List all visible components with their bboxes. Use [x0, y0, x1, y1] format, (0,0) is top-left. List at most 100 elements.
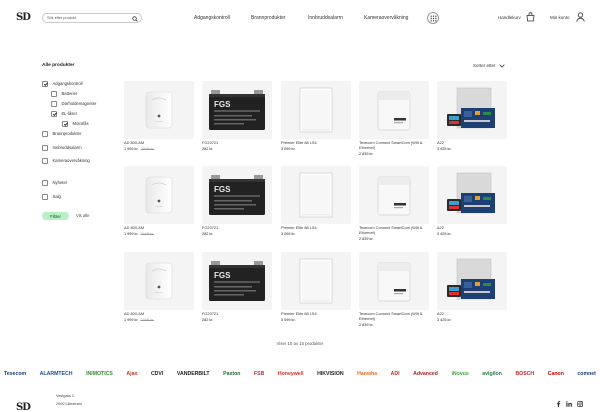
search-input[interactable] — [47, 16, 131, 20]
product-card[interactable]: A22 3 425 kr. — [437, 252, 507, 322]
menu-grid-button[interactable] — [427, 12, 439, 24]
product-image[interactable] — [359, 166, 429, 224]
product-image[interactable] — [359, 81, 429, 139]
checkbox[interactable] — [42, 158, 48, 164]
product-card[interactable]: FGS FG20721 282 kr. — [202, 166, 272, 236]
checkbox[interactable] — [42, 180, 48, 186]
brand-logo[interactable]: avigilon — [482, 371, 502, 377]
brand-logo[interactable]: Texecom — [4, 371, 26, 377]
product-image[interactable]: FGS — [202, 252, 272, 310]
product-card[interactable]: FGS FG20721 282 kr. — [202, 252, 272, 322]
brand-logo[interactable]: Paxton — [223, 371, 240, 377]
product-image[interactable]: FGS — [202, 81, 272, 139]
product-name[interactable]: A22 — [437, 225, 507, 231]
user-icon[interactable] — [576, 12, 585, 24]
product-card[interactable]: Texecom Connect SmartCom (Wifi & Etherne… — [359, 166, 429, 241]
filter-innbruddsalarm[interactable]: Innbruddsalarm — [42, 145, 82, 151]
product-image[interactable] — [281, 166, 351, 224]
brand-logo[interactable]: INIMOTICS — [86, 371, 113, 377]
filter-brannprodukter[interactable]: Brannprodukter — [42, 131, 81, 137]
product-card[interactable]: AD 800-AM 1 999 kr. 2049 kr. — [124, 81, 194, 151]
product-image[interactable] — [124, 81, 194, 139]
product-image[interactable] — [124, 166, 194, 224]
filter-kameraovervakning[interactable]: Kameraovervåkning — [42, 158, 90, 164]
checkbox[interactable] — [42, 194, 48, 200]
brand-logo[interactable]: ALARMTECH — [40, 371, 73, 377]
nav-adgangskontroll[interactable]: Adgangskontroll — [194, 15, 230, 21]
account-link[interactable]: Min konto — [550, 15, 570, 20]
linkedin-icon[interactable] — [566, 401, 572, 409]
facebook-icon[interactable] — [556, 401, 561, 409]
brand-logo[interactable]: Hanwha — [357, 371, 377, 377]
search-icon[interactable] — [132, 15, 138, 24]
filter-motorlas[interactable]: Motorlås — [62, 121, 89, 127]
brand-logo[interactable]: BOSCH — [515, 371, 534, 377]
product-card[interactable]: Texecom Connect SmartCom (Wifi & Etherne… — [359, 252, 429, 327]
product-name[interactable]: Texecom Connect SmartCom (Wifi & Etherne… — [359, 225, 429, 236]
checkbox[interactable] — [42, 81, 48, 87]
product-card[interactable]: Premier Elite 88 LS4 3 099 kr. — [281, 81, 351, 151]
product-card[interactable]: FGS FG20721 282 kr. — [202, 81, 272, 151]
product-card[interactable]: Texecom Connect SmartCom (Wifi & Etherne… — [359, 81, 429, 156]
product-name[interactable]: Texecom Connect SmartCom (Wifi & Etherne… — [359, 311, 429, 322]
filter-button[interactable]: Filtrer — [42, 212, 69, 220]
filter-batterier[interactable]: Batterier — [51, 91, 77, 97]
product-image[interactable] — [359, 252, 429, 310]
product-card[interactable]: AD 800-AM 1 999 kr. 2049 kr. — [124, 252, 194, 322]
checkbox[interactable] — [51, 111, 57, 117]
product-image[interactable] — [437, 81, 507, 139]
brand-logo[interactable]: iNovus — [451, 371, 468, 377]
brand-logo[interactable]: ADI — [391, 371, 400, 377]
checkbox[interactable] — [42, 145, 48, 151]
product-name[interactable]: FG20721 — [202, 311, 272, 317]
checkbox[interactable] — [42, 131, 48, 137]
product-image[interactable] — [437, 252, 507, 310]
product-name[interactable]: Premier Elite 88 LS4 — [281, 311, 351, 317]
brand-logo[interactable]: Honeywell — [278, 371, 304, 377]
brand-logo[interactable]: comnet — [577, 371, 595, 377]
cart-icon[interactable] — [526, 12, 535, 24]
product-name[interactable]: AD 800-AM — [124, 225, 194, 231]
product-card[interactable]: Premier Elite 88 LS4 3 099 kr. — [281, 166, 351, 236]
checkbox[interactable] — [62, 121, 68, 127]
checkbox[interactable] — [51, 91, 57, 97]
site-logo[interactable]: SD — [16, 12, 31, 23]
nav-brannprodukter[interactable]: Brannprodukter — [251, 15, 285, 21]
footer-logo[interactable]: SD — [16, 402, 31, 412]
brand-logo[interactable]: Advanced — [413, 371, 438, 377]
product-name[interactable]: Texecom Connect SmartCom (Wifi & Etherne… — [359, 140, 429, 151]
nav-kameraovervakning[interactable]: Kameraovervåkning — [364, 15, 408, 21]
product-name[interactable]: A22 — [437, 311, 507, 317]
filter-dorholdemagneter[interactable]: Dørholdemagneter — [51, 101, 96, 107]
product-name[interactable]: AD 800-AM — [124, 311, 194, 317]
product-name[interactable]: A22 — [437, 140, 507, 146]
product-image[interactable] — [281, 252, 351, 310]
filter-salg[interactable]: Salg — [42, 194, 61, 200]
show-all-link[interactable]: Vis alle — [76, 213, 89, 218]
product-card[interactable]: AD 800-AM 1 999 kr. 2049 kr. — [124, 166, 194, 236]
brand-logo[interactable]: Ajax — [126, 371, 137, 377]
product-image[interactable] — [124, 252, 194, 310]
product-card[interactable]: A22 3 425 kr. — [437, 166, 507, 236]
product-name[interactable]: Premier Elite 88 LS4 — [281, 140, 351, 146]
product-image[interactable]: FGS — [202, 166, 272, 224]
filter-nyheter[interactable]: Nyheter — [42, 180, 67, 186]
filter-el-laser[interactable]: EL-låser — [51, 111, 77, 117]
brand-logo[interactable]: Canon — [548, 371, 564, 377]
product-name[interactable]: Premier Elite 88 LS4 — [281, 225, 351, 231]
product-name[interactable]: FG20721 — [202, 140, 272, 146]
instagram-icon[interactable] — [577, 401, 583, 409]
product-image[interactable] — [281, 81, 351, 139]
cart-link[interactable]: Handlekurv — [498, 15, 521, 20]
search-bar[interactable] — [42, 13, 142, 23]
product-name[interactable]: FG20721 — [202, 225, 272, 231]
sort-dropdown[interactable]: Sorter etter — [473, 63, 505, 68]
product-name[interactable]: AD 800-AM — [124, 140, 194, 146]
product-card[interactable]: Premier Elite 88 LS4 3 099 kr. — [281, 252, 351, 322]
brand-logo[interactable]: HIKVISION — [317, 371, 344, 377]
checkbox[interactable] — [51, 101, 57, 107]
filter-adgangskontroll[interactable]: Adgangskontroll — [42, 81, 83, 87]
nav-innbruddsalarm[interactable]: Innbruddsalarm — [308, 15, 343, 21]
product-image[interactable] — [437, 166, 507, 224]
product-card[interactable]: A22 3 425 kr. — [437, 81, 507, 151]
